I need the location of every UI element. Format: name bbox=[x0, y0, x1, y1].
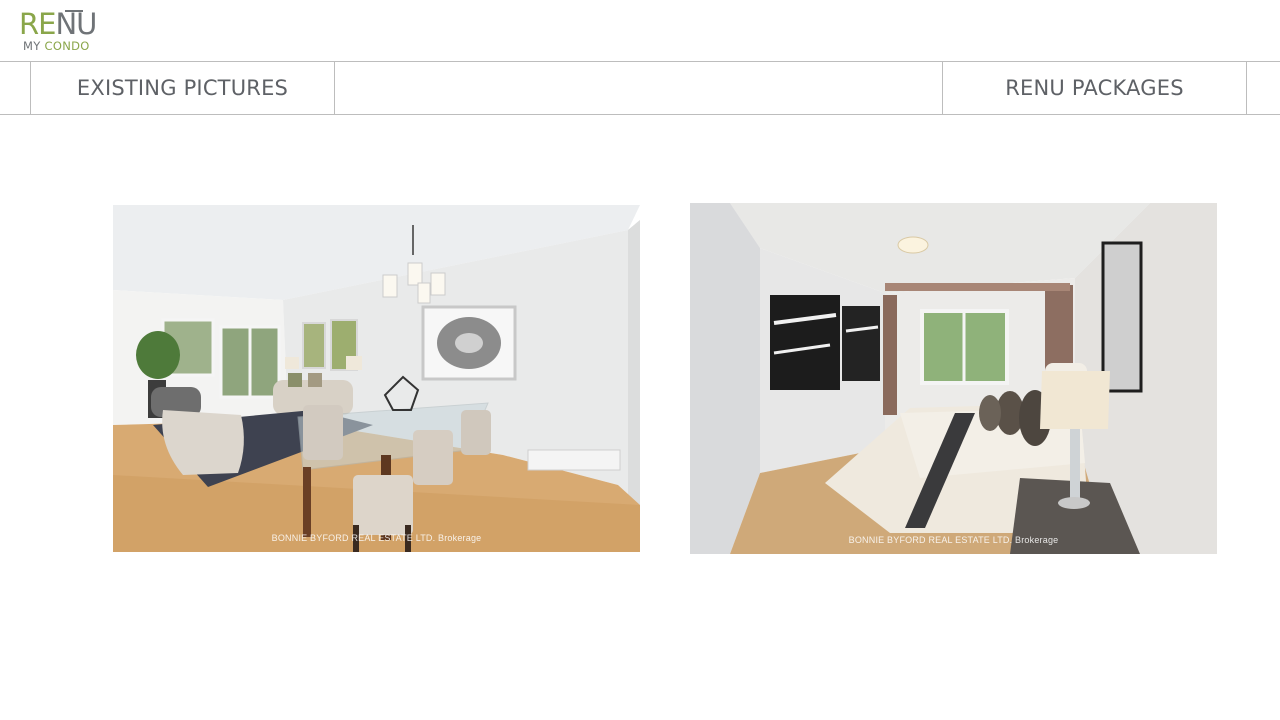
logo-tagline: MY CONDO bbox=[23, 39, 90, 53]
logo-wordmark: RENU bbox=[19, 7, 97, 41]
logo-my: MY bbox=[23, 39, 41, 53]
photo-watermark: BONNIE BYFORD REAL ESTATE LTD. Brokerage bbox=[271, 533, 482, 543]
tab-existing-pictures[interactable]: EXISTING PICTURES bbox=[30, 62, 335, 114]
dining-room-illustration bbox=[113, 205, 640, 552]
header: RENU MY CONDO bbox=[0, 0, 1280, 61]
renu-logo[interactable]: RENU MY CONDO bbox=[19, 8, 99, 54]
logo-condo: CONDO bbox=[44, 39, 90, 53]
logo-nu: NU bbox=[55, 7, 97, 41]
photo-bedroom: BONNIE BYFORD REAL ESTATE LTD. Brokerage bbox=[690, 203, 1217, 554]
tab-renu-packages[interactable]: RENU PACKAGES bbox=[942, 62, 1247, 114]
logo-re: RE bbox=[19, 7, 56, 41]
photo-watermark: BONNIE BYFORD REAL ESTATE LTD. Brokerage bbox=[848, 535, 1059, 545]
bedroom-illustration bbox=[690, 203, 1217, 554]
nav-bar: EXISTING PICTURES RENU PACKAGES bbox=[0, 61, 1280, 115]
logo-macron bbox=[65, 10, 83, 12]
photo-dining-living-room: BONNIE BYFORD REAL ESTATE LTD. Brokerage bbox=[113, 205, 640, 552]
